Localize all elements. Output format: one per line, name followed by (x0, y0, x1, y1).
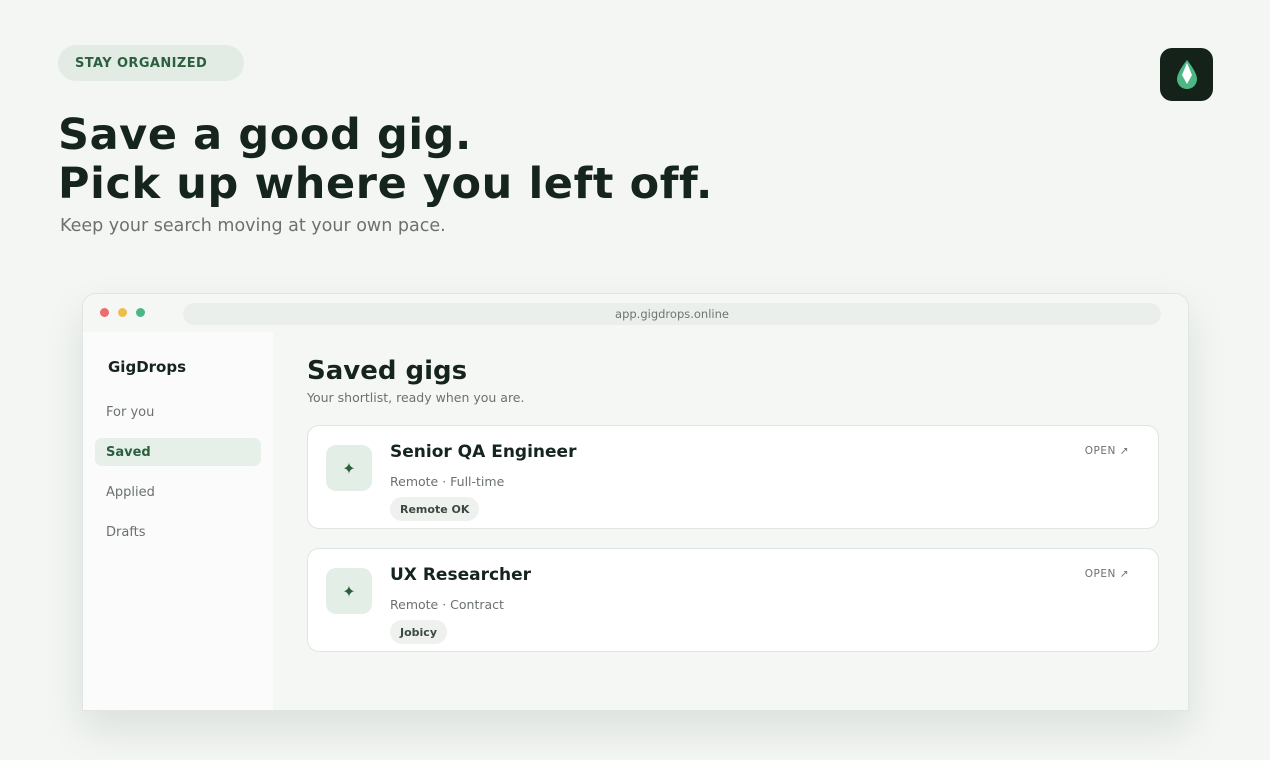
sidebar-item-drafts[interactable]: Drafts (95, 518, 261, 546)
close-dot[interactable] (100, 308, 109, 317)
gig-title[interactable]: UX Researcher (390, 565, 531, 585)
headline-line-2: Pick up where you left off. (58, 159, 713, 209)
gig-card[interactable]: ✦ UX Researcher Remote · Contract Jobicy… (307, 548, 1159, 652)
app-logo (1160, 48, 1213, 101)
drop-icon (1176, 59, 1197, 89)
hero-subhead: Keep your search moving at your own pace… (60, 216, 446, 236)
gig-source-tag: Remote OK (390, 497, 480, 521)
page-subtitle: Your shortlist, ready when you are. (307, 390, 525, 405)
main-content: Saved gigs Your shortlist, ready when yo… (273, 332, 1188, 710)
open-link[interactable]: OPEN ↗ (1085, 445, 1129, 457)
gig-meta: Remote · Contract (390, 597, 504, 612)
sparkle-icon: ✦ (326, 568, 372, 614)
page-title: Saved gigs (307, 356, 468, 386)
sidebar-item-for-you[interactable]: For you (95, 398, 261, 426)
address-bar[interactable]: app.gigdrops.online (183, 303, 1161, 325)
browser-window: app.gigdrops.online GigDrops For you Sav… (82, 293, 1189, 711)
gig-title[interactable]: Senior QA Engineer (390, 442, 576, 462)
open-link[interactable]: OPEN ↗ (1085, 568, 1129, 580)
gig-meta: Remote · Full-time (390, 474, 505, 489)
sidebar-item-saved[interactable]: Saved (95, 438, 261, 466)
minimize-dot[interactable] (118, 308, 127, 317)
gig-card[interactable]: ✦ Senior QA Engineer Remote · Full-time … (307, 425, 1159, 529)
headline-line-1: Save a good gig. (58, 110, 472, 160)
page: STAY ORGANIZED Save a good gig. Pick up … (0, 0, 1270, 760)
gig-source-tag: Jobicy (390, 620, 447, 644)
browser-toolbar: app.gigdrops.online (83, 294, 1188, 332)
sparkle-icon: ✦ (326, 445, 372, 491)
maximize-dot[interactable] (136, 308, 145, 317)
hero-headline: Save a good gig. Pick up where you left … (58, 111, 713, 209)
stay-organized-badge: STAY ORGANIZED (58, 45, 244, 81)
sidebar-item-applied[interactable]: Applied (95, 478, 261, 506)
brand-name: GigDrops (108, 358, 187, 376)
sidebar: GigDrops For you Saved Applied Drafts (83, 332, 273, 710)
